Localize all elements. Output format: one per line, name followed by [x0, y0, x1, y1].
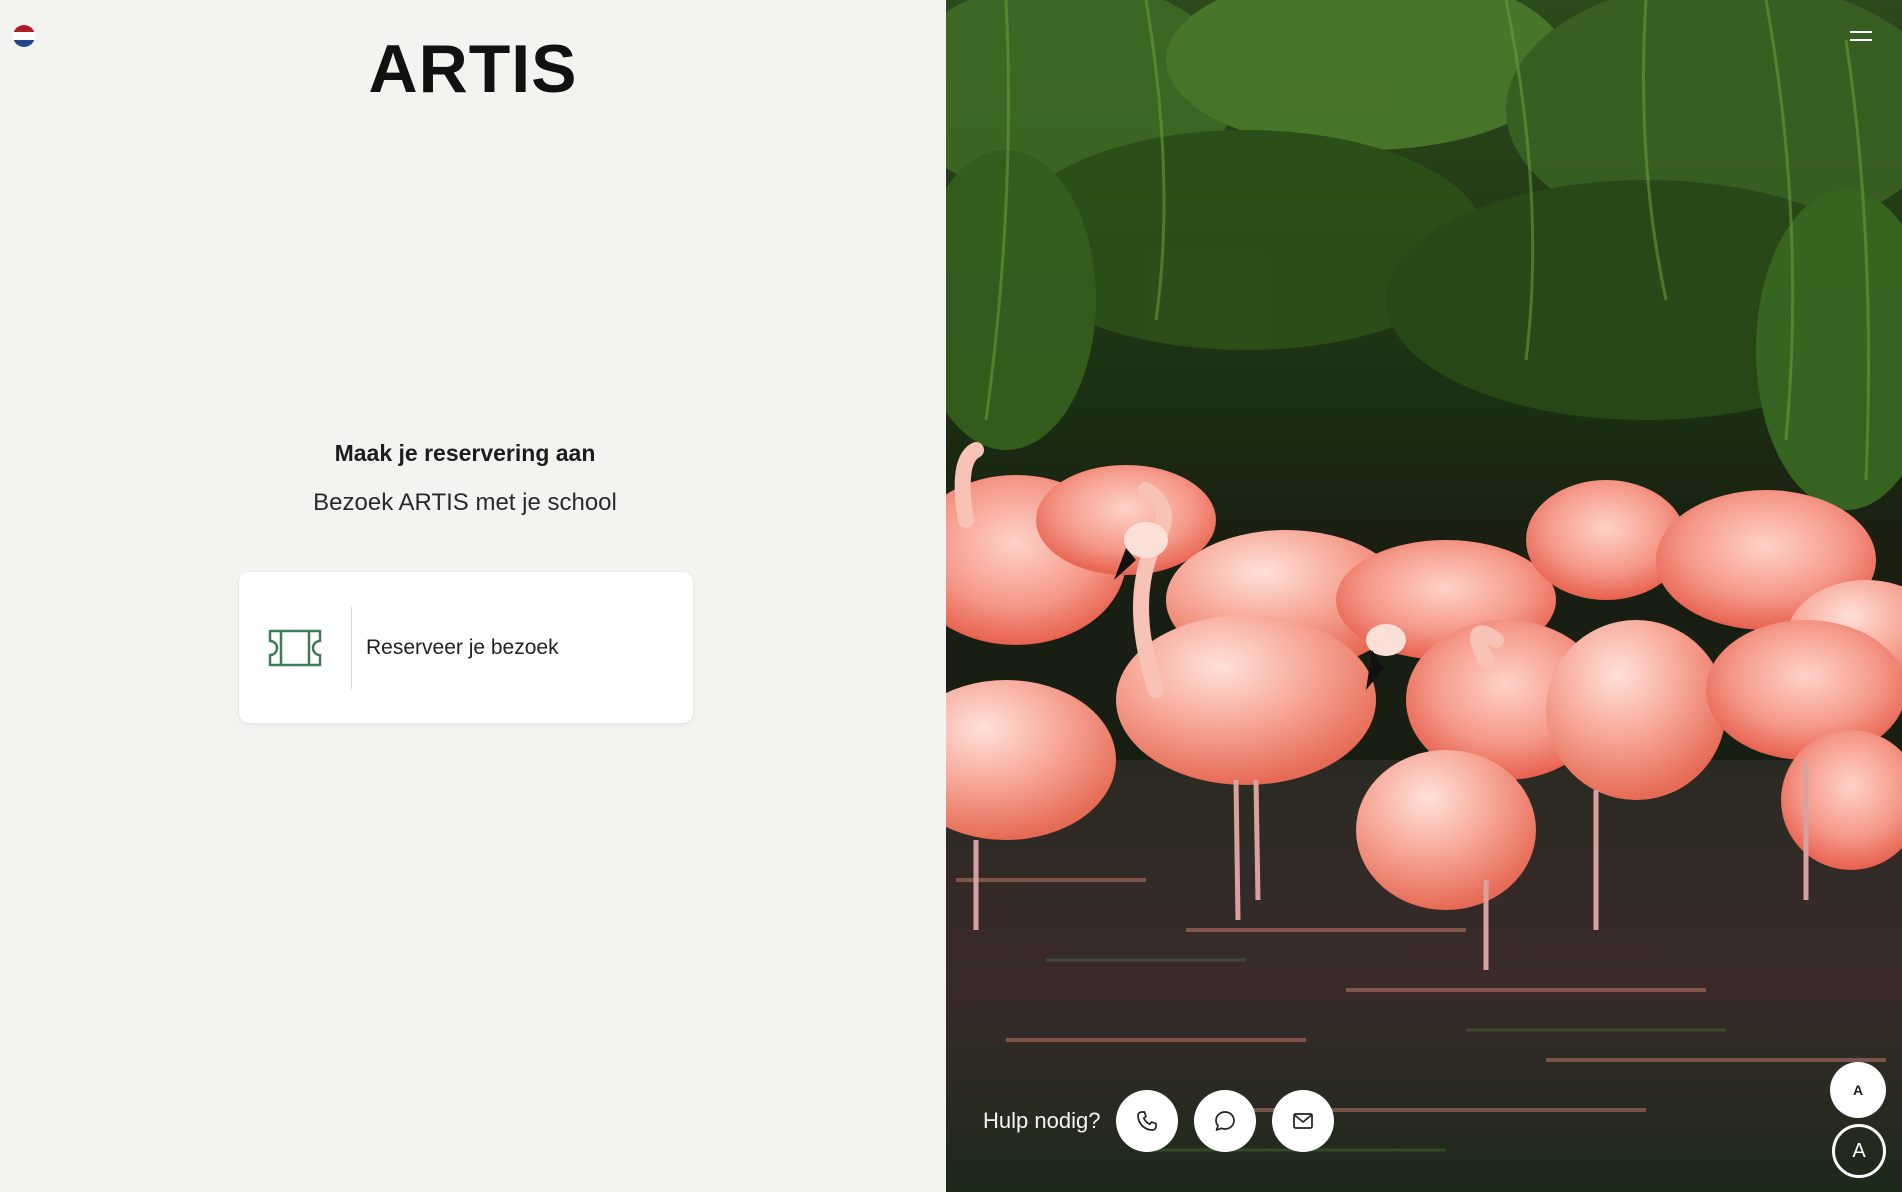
- ticket-icon: [239, 572, 351, 723]
- page: ARTIS Maak je reservering aan Bezoek ART…: [0, 0, 1902, 1192]
- artis-logo[interactable]: ARTIS: [0, 30, 946, 108]
- flamingo-photo: [946, 0, 1902, 1192]
- phone-icon: [1137, 1111, 1158, 1131]
- accessibility-toggle-button[interactable]: A: [1832, 1124, 1886, 1178]
- help-bar: Hulp nodig?: [983, 1090, 1350, 1152]
- reserve-visit-label: Reserveer je bezoek: [366, 635, 559, 659]
- page-heading: Maak je reservering aan: [334, 440, 596, 466]
- hero-image-panel: Hulp nodig? A A: [946, 0, 1902, 1192]
- chat-icon: [1215, 1111, 1236, 1131]
- reserve-visit-card[interactable]: Reserveer je bezoek: [239, 572, 693, 723]
- mail-icon: [1293, 1113, 1314, 1129]
- email-button[interactable]: [1272, 1090, 1335, 1152]
- help-label: Hulp nodig?: [983, 1108, 1101, 1133]
- chat-button[interactable]: [1194, 1090, 1257, 1152]
- card-divider: [351, 606, 352, 689]
- page-subheading: Bezoek ARTIS met je school: [313, 489, 617, 516]
- content-panel: ARTIS Maak je reservering aan Bezoek ART…: [0, 0, 946, 1192]
- phone-button[interactable]: [1116, 1090, 1179, 1152]
- accessibility-button[interactable]: A: [1830, 1062, 1886, 1118]
- hamburger-menu-icon[interactable]: [1848, 28, 1874, 44]
